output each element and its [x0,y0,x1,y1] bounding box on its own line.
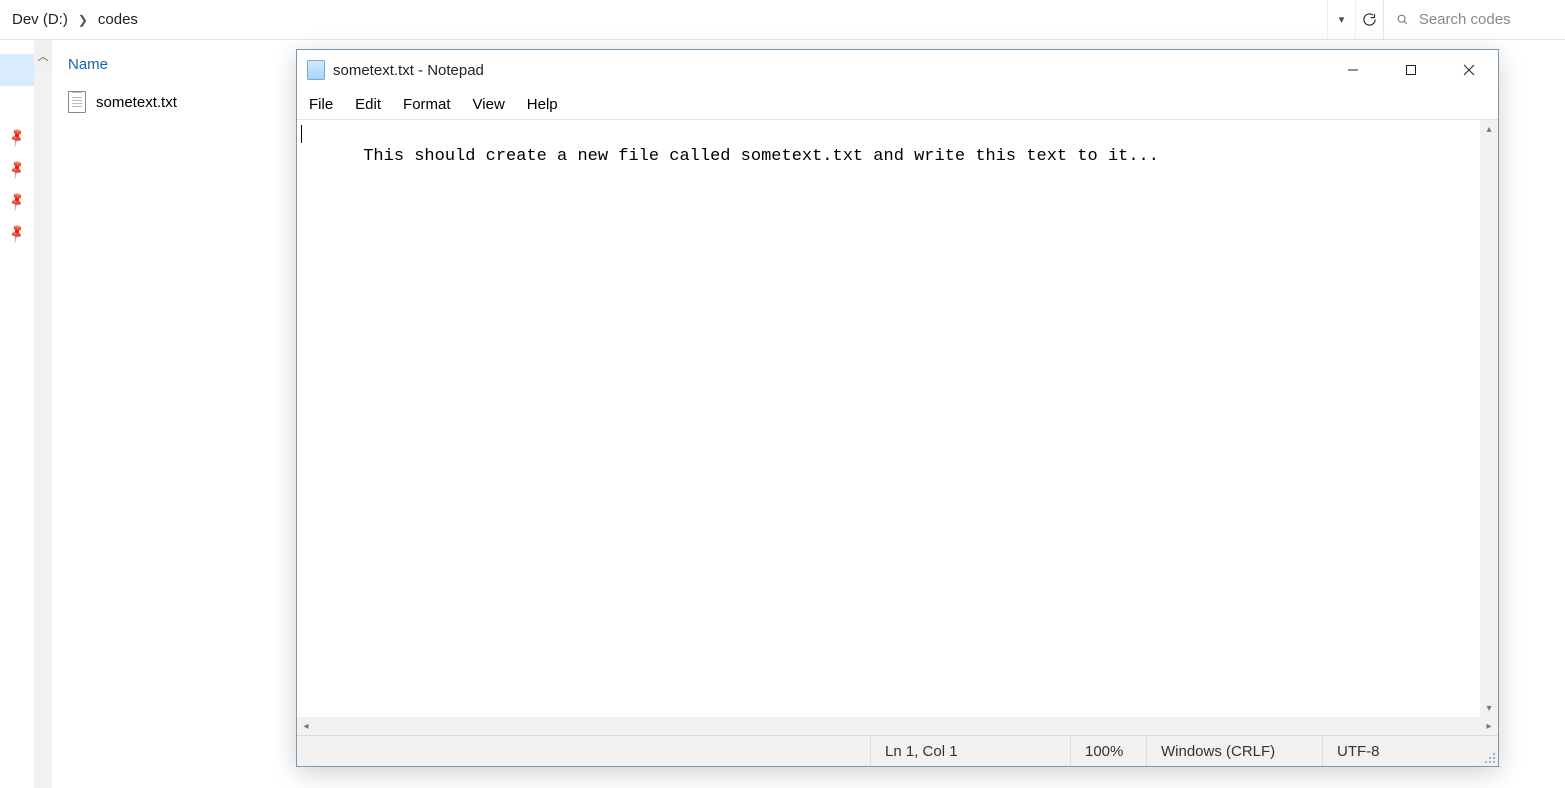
text-file-icon [68,91,86,113]
status-line-ending: Windows (CRLF) [1146,736,1322,766]
menu-format[interactable]: Format [399,94,455,115]
notepad-app-icon [307,60,325,80]
chevron-right-icon: ❯ [78,13,88,27]
status-spacer [297,736,870,766]
text-editor[interactable]: This should create a new file called som… [297,120,1480,717]
search-input[interactable] [1419,11,1553,28]
window-title: sometext.txt - Notepad [333,62,484,79]
nav-selected-item[interactable] [0,54,34,86]
text-cursor [301,125,302,143]
nav-scrollbar[interactable]: ︿ [34,40,52,788]
status-bar: Ln 1, Col 1 100% Windows (CRLF) UTF-8 [297,735,1498,766]
close-icon [1463,64,1475,76]
status-zoom: 100% [1070,736,1146,766]
menu-edit[interactable]: Edit [351,94,385,115]
maximize-button[interactable] [1382,50,1440,90]
scroll-up-icon[interactable]: ▴ [1480,120,1498,138]
address-dropdown-button[interactable]: ▾ [1327,0,1355,40]
editor-content: This should create a new file called som… [363,147,1159,166]
scroll-down-icon[interactable]: ▾ [1480,699,1498,717]
maximize-icon [1405,64,1417,76]
resize-grip-icon [1484,752,1496,764]
refresh-button[interactable] [1355,0,1383,40]
breadcrumb[interactable]: Dev (D:) ❯ codes [0,11,1327,28]
minimize-icon [1347,64,1359,76]
menu-help[interactable]: Help [523,94,562,115]
titlebar[interactable]: sometext.txt - Notepad [297,50,1498,90]
scroll-right-icon[interactable]: ▸ [1480,717,1498,735]
explorer-address-bar: Dev (D:) ❯ codes ▾ [0,0,1565,40]
search-box[interactable] [1383,0,1565,40]
search-icon [1396,12,1409,27]
status-position: Ln 1, Col 1 [870,736,1070,766]
menu-bar: File Edit Format View Help [297,90,1498,120]
notepad-window: sometext.txt - Notepad File Edit Format … [296,49,1499,767]
menu-view[interactable]: View [469,94,509,115]
minimize-button[interactable] [1324,50,1382,90]
close-button[interactable] [1440,50,1498,90]
horizontal-scrollbar[interactable]: ◂ ▸ [297,717,1498,735]
scroll-left-icon[interactable]: ◂ [297,717,315,735]
breadcrumb-child[interactable]: codes [98,11,138,28]
status-encoding: UTF-8 [1322,736,1480,766]
menu-file[interactable]: File [305,94,337,115]
nav-tree-strip: 📌 📌 📌 📌 [0,40,34,788]
file-row[interactable]: sometext.txt [68,87,268,117]
scroll-up-button[interactable]: ︿ [34,40,52,72]
editor-area: This should create a new file called som… [297,120,1498,717]
resize-grip[interactable] [1480,736,1498,766]
nav-pane: 📌 📌 📌 📌 ︿ [0,40,52,788]
breadcrumb-root[interactable]: Dev (D:) [12,11,68,28]
vertical-scrollbar[interactable]: ▴ ▾ [1480,120,1498,717]
file-name: sometext.txt [96,94,177,111]
refresh-icon [1362,12,1377,27]
